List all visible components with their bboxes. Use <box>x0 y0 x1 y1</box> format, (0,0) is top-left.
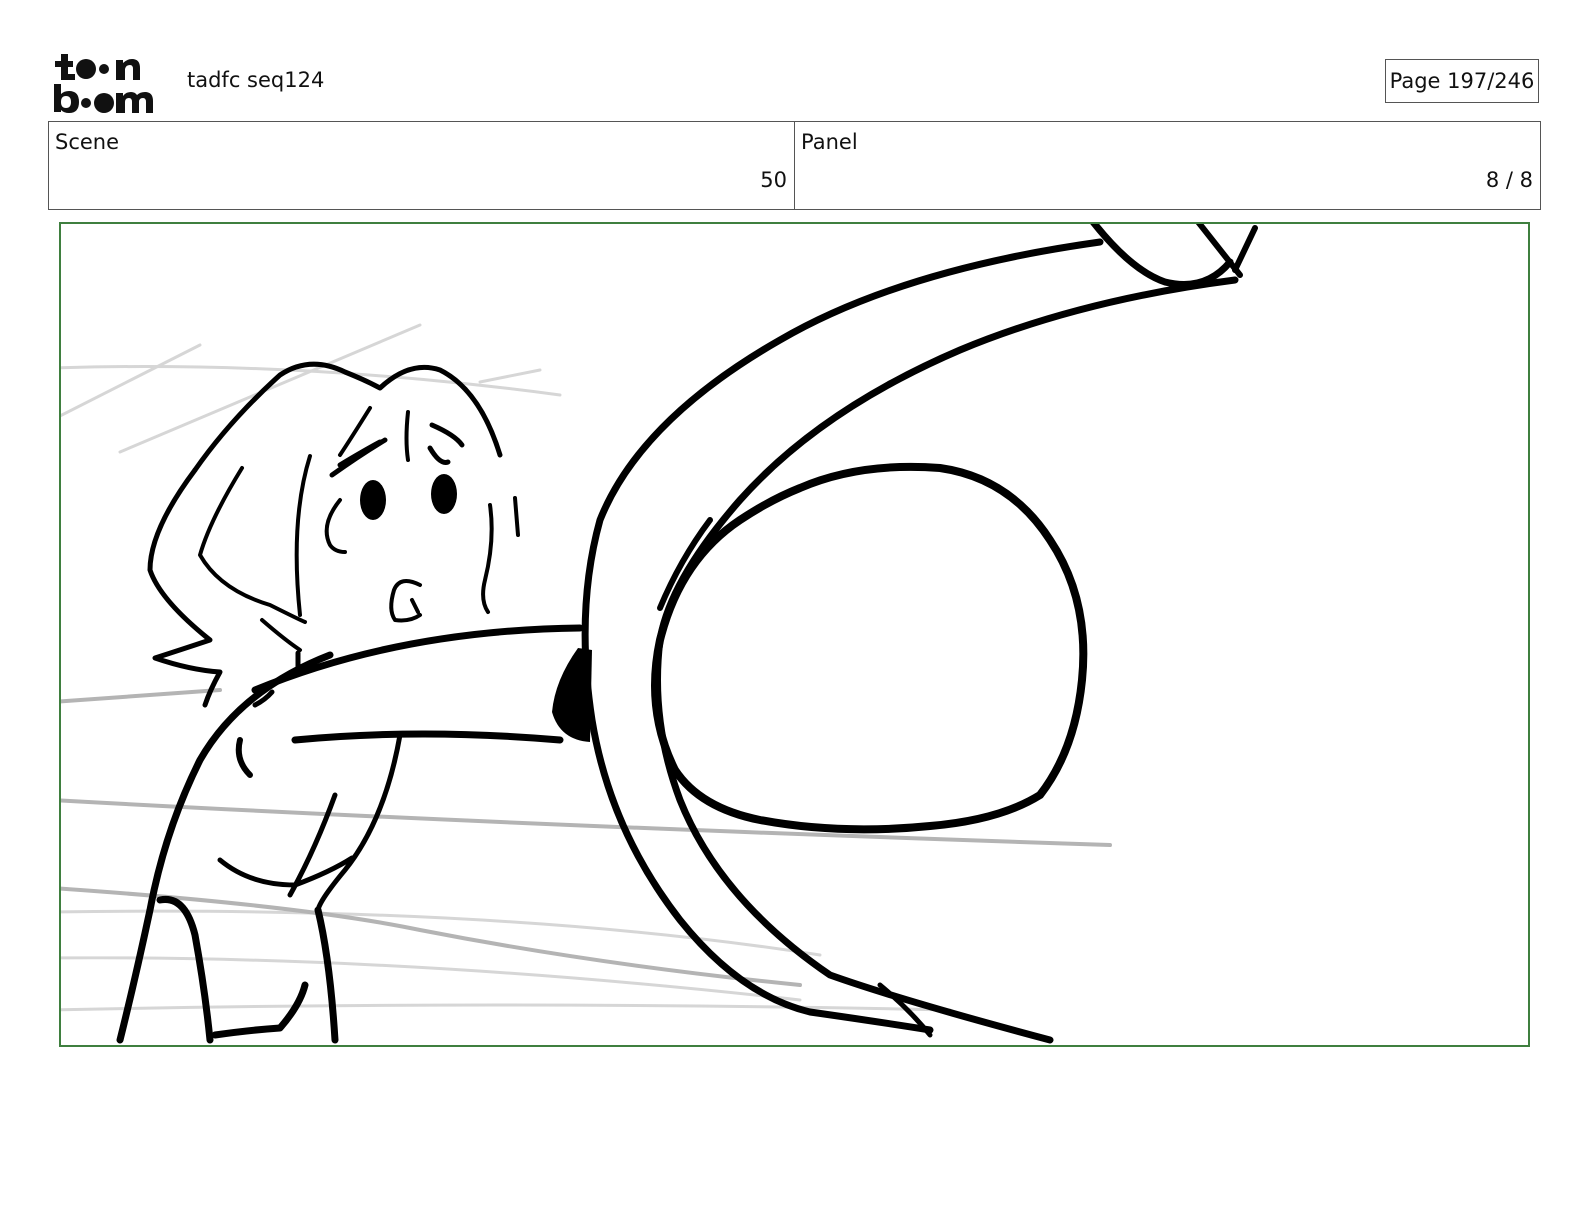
character <box>116 361 584 1044</box>
project-title: tadfc seq124 <box>187 68 325 92</box>
panel-drawing <box>61 224 1258 1044</box>
panel-label: Panel <box>801 130 858 154</box>
ribbon-loop <box>581 224 1258 1044</box>
panel-cell: Panel 8 / 8 <box>794 122 1540 209</box>
page-number: Page 197/246 <box>1385 59 1539 103</box>
storyboard-panel <box>59 222 1530 1047</box>
toon-boom-logo <box>52 50 164 114</box>
character-eyes <box>360 474 592 742</box>
scene-value: 50 <box>760 168 787 192</box>
scene-cell: Scene 50 <box>49 122 794 209</box>
scene-panel-info: Scene 50 Panel 8 / 8 <box>48 121 1541 210</box>
scene-label: Scene <box>55 130 120 154</box>
panel-value: 8 / 8 <box>1485 168 1533 192</box>
